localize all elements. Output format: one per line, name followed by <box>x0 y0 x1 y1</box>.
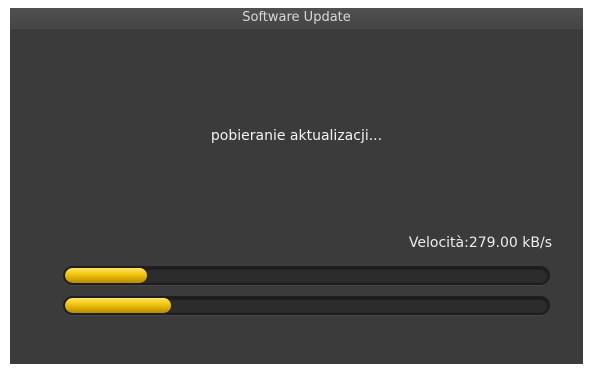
software-update-dialog: Software Update pobieranie aktualizacji.… <box>10 8 583 364</box>
progress-fill-secondary <box>65 298 172 313</box>
progress-fill-primary <box>65 268 148 283</box>
download-speed-label: Velocità:279.00 kB/s <box>408 235 552 251</box>
progress-bar-secondary <box>63 296 550 315</box>
window-title: Software Update <box>242 10 351 25</box>
title-bar: Software Update <box>10 8 583 29</box>
status-message: pobieranie aktualizacji... <box>210 128 383 144</box>
progress-bar-primary <box>63 266 550 285</box>
